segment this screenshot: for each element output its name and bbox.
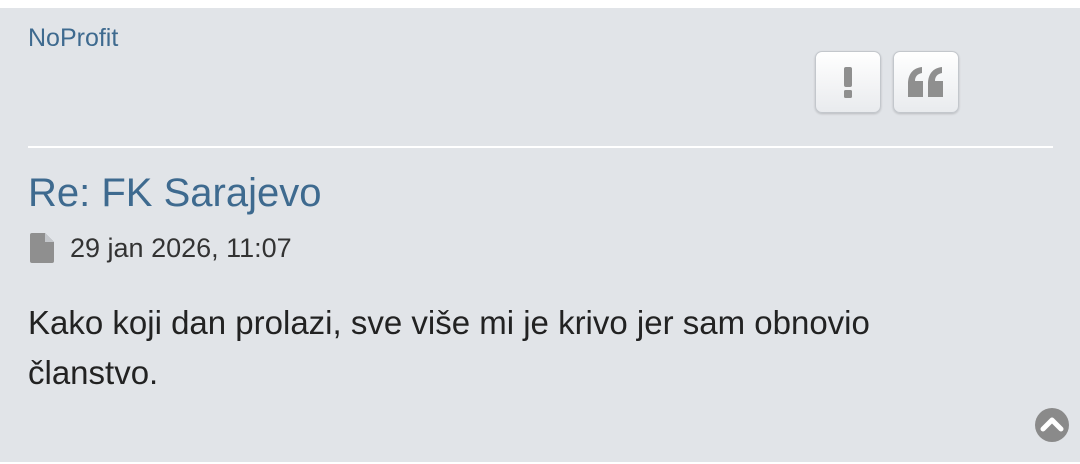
post-divider [28, 146, 1053, 148]
post-date: 29 jan 2026, 11:07 [70, 232, 292, 263]
report-post-button[interactable] [815, 51, 881, 113]
quote-icon [908, 67, 943, 97]
quote-post-button[interactable] [893, 51, 959, 113]
back-to-top-button[interactable] [1035, 408, 1069, 442]
exclamation-icon [844, 67, 852, 98]
post-container: NoProfit Re: FK Sarajevo 29 jan 2026, 11… [0, 8, 1080, 462]
chevron-up-circle-icon [1035, 408, 1069, 442]
post-meta: 29 jan 2026, 11:07 [30, 233, 292, 263]
post-author-link[interactable]: NoProfit [28, 24, 118, 53]
post-title[interactable]: Re: FK Sarajevo [28, 171, 321, 216]
post-content: Kako koji dan prolazi, sve više mi je kr… [28, 304, 870, 391]
post-file-icon[interactable] [30, 233, 54, 263]
